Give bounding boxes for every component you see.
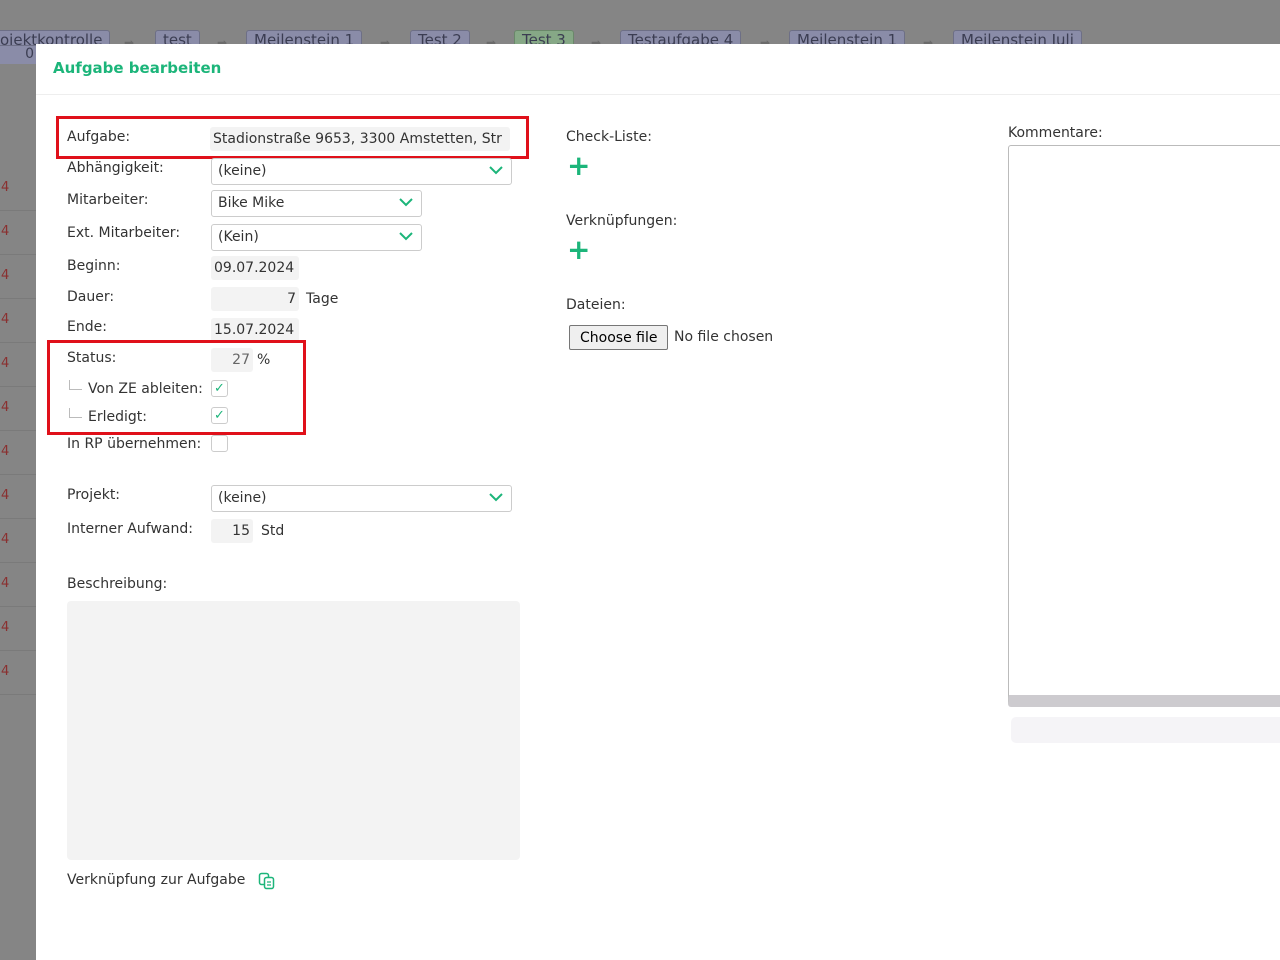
abhaengigkeit-label: Abhängigkeit: <box>67 160 164 176</box>
dauer-label: Dauer: <box>67 289 115 305</box>
row-value: 4 <box>1 532 10 547</box>
chevron-down-icon <box>489 166 503 175</box>
row-value: 4 <box>1 664 10 679</box>
aufwand-input[interactable]: 15 <box>211 519 253 543</box>
kommentare-area[interactable] <box>1008 145 1280 707</box>
row-value: 4 <box>1 576 10 591</box>
row-divider <box>0 430 36 431</box>
add-link-icon[interactable]: + <box>567 236 590 264</box>
row-divider <box>0 562 36 563</box>
copy-icon[interactable] <box>258 872 276 890</box>
row-value: 4 <box>1 620 10 635</box>
row-value: 4 <box>1 356 10 371</box>
breadcrumb-sub: 0 <box>0 46 36 64</box>
mitarbeiter-select[interactable]: Bike Mike <box>211 190 422 217</box>
beschreibung-textarea[interactable] <box>67 601 520 860</box>
dauer-input[interactable]: 7 <box>211 287 299 311</box>
abhaengigkeit-select[interactable]: (keine) <box>211 158 512 185</box>
dialog-title: Aufgabe bearbeiten <box>53 59 222 77</box>
row-divider <box>0 518 36 519</box>
mitarbeiter-label: Mitarbeiter: <box>67 192 149 208</box>
beschreibung-label: Beschreibung: <box>67 576 168 592</box>
ende-input[interactable]: 15.07.2024 <box>211 318 299 342</box>
row-value: 4 <box>1 488 10 503</box>
verknuepfungen-label: Verknüpfungen: <box>566 213 678 229</box>
checkliste-label: Check-Liste: <box>566 129 652 145</box>
ext-mitarbeiter-select[interactable]: (Kein) <box>211 224 422 251</box>
chevron-down-icon <box>399 198 413 207</box>
row-value: 4 <box>1 268 10 283</box>
choose-file-button[interactable]: Choose file <box>569 325 669 350</box>
row-divider <box>0 342 36 343</box>
select-value: (keine) <box>218 490 267 506</box>
in-rp-checkbox[interactable] <box>211 435 228 452</box>
highlight-box <box>56 116 529 159</box>
divider <box>36 94 1280 95</box>
row-divider <box>0 694 36 695</box>
chevron-down-icon <box>399 232 413 241</box>
aufwand-unit: Std <box>261 523 285 539</box>
dauer-unit: Tage <box>306 291 339 307</box>
row-divider <box>0 298 36 299</box>
edit-task-dialog: Aufgabe bearbeiten Aufgabe: Stadionstraß… <box>36 44 1280 960</box>
task-link[interactable]: Verknüpfung zur Aufgabe <box>67 872 245 888</box>
beginn-label: Beginn: <box>67 258 121 274</box>
ext-mitarbeiter-label: Ext. Mitarbeiter: <box>67 225 181 241</box>
aufwand-label: Interner Aufwand: <box>67 521 193 537</box>
beginn-input[interactable]: 09.07.2024 <box>211 256 299 280</box>
row-divider <box>0 210 36 211</box>
row-divider <box>0 254 36 255</box>
comment-input[interactable] <box>1011 717 1280 743</box>
row-divider <box>0 606 36 607</box>
row-divider <box>0 474 36 475</box>
row-value: 4 <box>1 180 10 195</box>
row-divider <box>0 650 36 651</box>
highlight-box <box>47 340 306 435</box>
row-value: 4 <box>1 400 10 415</box>
select-value: Bike Mike <box>218 195 285 211</box>
add-checklist-icon[interactable]: + <box>567 152 590 180</box>
kommentare-label: Kommentare: <box>1008 125 1103 141</box>
select-value: (Kein) <box>218 229 259 245</box>
ende-label: Ende: <box>67 319 107 335</box>
dateien-label: Dateien: <box>566 297 626 313</box>
row-value: 4 <box>1 444 10 459</box>
row-value: 4 <box>1 224 10 239</box>
row-divider <box>0 386 36 387</box>
select-value: (keine) <box>218 163 267 179</box>
in-rp-label: In RP übernehmen: <box>67 436 202 452</box>
file-status: No file chosen <box>674 329 774 345</box>
chevron-down-icon <box>489 493 503 502</box>
projekt-label: Projekt: <box>67 487 121 503</box>
row-value: 4 <box>1 312 10 327</box>
projekt-select[interactable]: (keine) <box>211 485 512 512</box>
